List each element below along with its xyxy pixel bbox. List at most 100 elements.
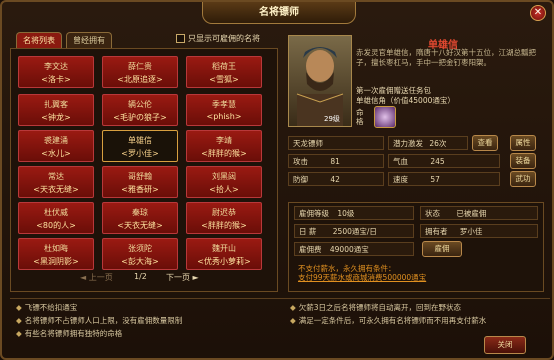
- general-card[interactable]: 季孝慧 <phish>: [186, 94, 262, 126]
- general-card[interactable]: 张须陀 <彭大海>: [102, 238, 178, 270]
- general-name: 尉迟恭: [212, 208, 236, 217]
- general-card[interactable]: 尉迟恭 <胖胖的猴>: [186, 202, 262, 234]
- destiny-icon[interactable]: [374, 106, 396, 128]
- general-owner: <胖胖的猴>: [201, 221, 247, 230]
- general-card[interactable]: 秦琼 <天衣无缝>: [102, 202, 178, 234]
- general-card[interactable]: 常达 <天衣无缝>: [18, 166, 94, 198]
- general-owner: <洛卡>: [41, 75, 71, 84]
- general-card[interactable]: 稻荷王 <雪狐>: [186, 56, 262, 88]
- bullet-icon: ◆: [16, 329, 22, 338]
- potential-field: 潜力激发 26次: [388, 136, 468, 150]
- note-left-1: ◆ 飞镖不给扣通宝: [16, 302, 77, 313]
- general-card[interactable]: 裘建涌 <水儿>: [18, 130, 94, 162]
- general-card[interactable]: 薛仁贵 <北原追逐>: [102, 56, 178, 88]
- hp-value: 245: [430, 157, 445, 166]
- speed-value: 57: [430, 175, 440, 184]
- bullet-icon: ◆: [16, 303, 22, 312]
- general-card[interactable]: 李靖 <胖胖的猴>: [186, 130, 262, 162]
- general-name: 李文达: [44, 62, 68, 71]
- note-left-2: ◆ 名将镖师不占镖师人口上限，没有雇佣数量限制: [16, 315, 182, 326]
- dialog-title: 名将镖师: [202, 2, 356, 24]
- tab-general-list[interactable]: 名将列表: [16, 32, 62, 48]
- general-card[interactable]: 单雄信 <罗小佳>: [102, 130, 178, 162]
- general-name: 李靖: [216, 136, 232, 145]
- general-card[interactable]: 刘黑闼 <拾人>: [186, 166, 262, 198]
- general-owner: <钟龙>: [41, 113, 71, 122]
- note-text: 有些名将镖师拥有独特的命格: [24, 329, 123, 338]
- general-card[interactable]: 魏开山 <优秀小萝莉>: [186, 238, 262, 270]
- attributes-button[interactable]: 属性: [510, 135, 536, 151]
- hire-button[interactable]: 雇佣: [422, 241, 462, 257]
- general-card[interactable]: 扎翼客 <钟龙>: [18, 94, 94, 126]
- close-button[interactable]: 关闭: [484, 336, 526, 354]
- page-indicator: 1/2: [134, 272, 147, 281]
- owner-value: 罗小佳: [459, 227, 483, 236]
- prev-page-label: 上一页: [88, 273, 113, 282]
- general-owner: <罗小佳>: [121, 149, 159, 158]
- equipment-button[interactable]: 装备: [510, 153, 536, 169]
- potential-value: 26次: [429, 139, 447, 148]
- attack-value: 81: [330, 157, 340, 166]
- hire-level-label: 雇佣等级: [299, 209, 329, 218]
- general-name: 单雄信: [128, 136, 152, 145]
- hire-level-field: 雇佣等级 10级: [294, 206, 414, 220]
- attack-label: 攻击: [293, 157, 308, 166]
- view-button[interactable]: 查看: [472, 135, 498, 151]
- gift-package-line2: 单雄信角（价值45000通宝）: [356, 96, 455, 105]
- status-field: 状态 已被雇佣: [420, 206, 538, 220]
- general-card[interactable]: 杜伏威 <80的人>: [18, 202, 94, 234]
- general-owner: <彭大海>: [121, 257, 159, 266]
- general-owner: <水儿>: [41, 149, 71, 158]
- general-owner: <天衣无缝>: [33, 185, 79, 194]
- next-page-label: 下一页: [166, 273, 190, 282]
- general-name: 杜如晦: [44, 244, 68, 253]
- hire-level-value: 10级: [337, 209, 355, 218]
- daily-wage-value: 2500通宝/日: [332, 227, 377, 236]
- martial-skills-button[interactable]: 武功: [510, 171, 536, 187]
- general-description: 赤发灵官单雄信，隋唐十八好汉第十五位，江湖总瓢把子，擅长枣杠马，手中一把金钉枣阳…: [356, 48, 536, 67]
- general-portrait: [288, 35, 352, 127]
- gift-package-info: 第一次雇佣赠送任务包 单雄信角（价值45000通宝）: [356, 86, 455, 106]
- owner-label: 拥有者: [425, 227, 448, 236]
- general-name: 杜伏威: [44, 208, 68, 217]
- general-owner: <天衣无缝>: [117, 221, 163, 230]
- checkbox-box[interactable]: [176, 34, 185, 43]
- general-owner: <胖胖的猴>: [201, 149, 247, 158]
- note-right-1: ◆ 欠薪3日之后名将镖师将自动离开，回到在野状态: [290, 302, 461, 313]
- permanent-ownership-info: 不支付薪水，永久拥有条件： 支付99天薪水或商城消费500000通宝: [298, 264, 426, 282]
- note-text: 满足一定条件后，可永久拥有名将镖师而不用再支付薪水: [298, 316, 487, 325]
- general-owner: <黑洞阴影>: [33, 257, 79, 266]
- close-icon[interactable]: ✕: [530, 5, 546, 21]
- next-page-button[interactable]: 下一页 ►: [166, 272, 199, 283]
- general-name: 季孝慧: [212, 100, 236, 109]
- bullet-icon: ◆: [16, 316, 22, 325]
- general-card[interactable]: 李文达 <洛卡>: [18, 56, 94, 88]
- warn-line1: 不支付薪水，永久拥有条件：: [298, 264, 396, 273]
- hire-fee-label: 雇佣费: [299, 245, 322, 254]
- hire-fee-value: 49000通宝: [329, 245, 369, 254]
- note-left-3: ◆ 有些名将镖师拥有独特的命格: [16, 328, 122, 339]
- hp-field: 气血 245: [388, 154, 500, 168]
- general-card[interactable]: 杜如晦 <黑洞阴影>: [18, 238, 94, 270]
- general-card[interactable]: 辆公伦 <毛驴の狼子>: [102, 94, 178, 126]
- attack-field: 攻击 81: [288, 154, 384, 168]
- general-name: 薛仁贵: [128, 62, 152, 71]
- note-right-2: ◆ 满足一定条件后，可永久拥有名将镖师而不用再支付薪水: [290, 315, 486, 326]
- portrait-figure: [296, 47, 344, 126]
- note-text: 飞镖不给扣通宝: [24, 303, 78, 312]
- general-owner: <phish>: [206, 112, 242, 121]
- speed-label: 速度: [393, 175, 408, 184]
- hireable-only-checkbox[interactable]: 只显示可雇佣的名将: [176, 33, 260, 44]
- general-name: 张须陀: [128, 244, 152, 253]
- defense-field: 防御 42: [288, 172, 384, 186]
- general-name: 辆公伦: [128, 100, 152, 109]
- tab-previously-owned[interactable]: 曾经拥有: [66, 32, 112, 48]
- general-owner: <拾人>: [209, 185, 239, 194]
- daily-wage-label: 日 薪: [299, 227, 317, 236]
- prev-page-button[interactable]: ◄ 上一页: [80, 272, 113, 283]
- general-name: 哥舒翰: [128, 172, 152, 181]
- general-card[interactable]: 哥舒翰 <雅香研>: [102, 166, 178, 198]
- general-owner: <雪狐>: [209, 75, 239, 84]
- hire-fee-field: 雇佣费 49000通宝: [294, 242, 414, 256]
- general-name: 秦琼: [132, 208, 148, 217]
